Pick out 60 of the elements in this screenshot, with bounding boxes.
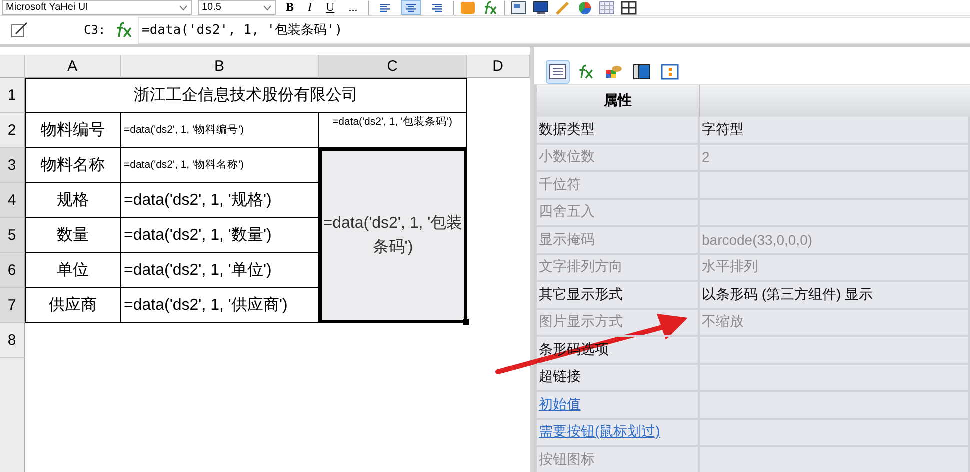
column-header[interactable]: C	[319, 55, 467, 78]
caret-icon	[179, 4, 188, 10]
property-name: 按钮图标	[537, 447, 700, 472]
pencil-icon[interactable]	[554, 0, 571, 14]
column-header[interactable]: D	[467, 55, 530, 78]
align-button[interactable]	[400, 0, 421, 15]
cell-reference: C3:	[84, 23, 107, 37]
selected-cell[interactable]: =data('ds2', 1, '包装条码')	[319, 148, 467, 323]
format-button[interactable]: U	[322, 0, 339, 15]
font-size-field[interactable]: 10.5	[198, 0, 276, 15]
table-cell: 规格	[25, 183, 121, 218]
table-cell: =data('ds2', 1, '物料编号')	[121, 113, 319, 148]
font-field[interactable]: Microsoft YaHei UI	[2, 0, 192, 15]
row-header[interactable]: 7	[0, 288, 25, 323]
table-cell: 物料名称	[25, 148, 121, 183]
row-header[interactable]: 3	[0, 148, 25, 183]
property-name: 其它显示形式	[537, 282, 700, 310]
property-name: 数据类型	[537, 117, 700, 144]
column-header[interactable]: B	[121, 55, 319, 78]
property-name: 超链接	[537, 364, 700, 392]
property-link[interactable]: 初始值	[537, 392, 700, 420]
align-left-icon	[378, 2, 391, 12]
font-size: 10.5	[202, 1, 222, 14]
property-value[interactable]: 字符型	[700, 117, 970, 144]
caret-icon	[263, 4, 272, 10]
table-icon[interactable]	[620, 0, 637, 14]
property-name: 显示掩码	[537, 227, 700, 254]
property-name: 四舍五入	[537, 200, 700, 227]
align-center-icon	[404, 2, 417, 12]
column-header[interactable]: A	[25, 55, 121, 78]
grid-icon[interactable]	[598, 0, 615, 14]
row-header[interactable]: 2	[0, 113, 25, 148]
row-header[interactable]: 5	[0, 218, 25, 253]
property-link[interactable]: 需要按钮(鼠标划过)	[537, 420, 700, 447]
property-name: 文字排列方向	[537, 254, 700, 282]
font-name: Microsoft YaHei UI	[6, 1, 88, 14]
edit-icon[interactable]	[10, 20, 30, 40]
format-button[interactable]: I	[304, 0, 316, 15]
align-right-icon	[430, 2, 443, 12]
table-cell: 物料编号	[25, 113, 121, 148]
row-header[interactable]: 1	[0, 78, 25, 113]
row-header[interactable]: 6	[0, 253, 25, 288]
property-name: 千位符	[537, 172, 700, 200]
column-header: 属性	[537, 85, 700, 117]
table-cell: 数量	[25, 218, 121, 253]
table-cell: 供应商	[25, 288, 121, 323]
format-button[interactable]: B	[282, 0, 298, 15]
pie-chart-icon[interactable]	[576, 0, 593, 14]
function-icon[interactable]	[114, 22, 134, 38]
property-name: 小数位数	[537, 144, 700, 172]
formula-field[interactable]: =data('ds2', 1, '包装条码')	[138, 16, 970, 44]
row-header[interactable]: 8	[0, 323, 25, 358]
picture-icon[interactable]	[510, 0, 527, 14]
row-header[interactable]: 4	[0, 183, 25, 218]
format-button[interactable]: ...	[344, 0, 362, 15]
table-cell: 单位	[25, 253, 121, 288]
property-value[interactable]: 以条形码 (第三方组件) 显示	[700, 282, 970, 310]
list-icon[interactable]	[546, 60, 570, 84]
monitor-icon[interactable]	[532, 0, 549, 14]
table-cell: 浙江工企信息技术股份有限公司	[25, 78, 467, 113]
